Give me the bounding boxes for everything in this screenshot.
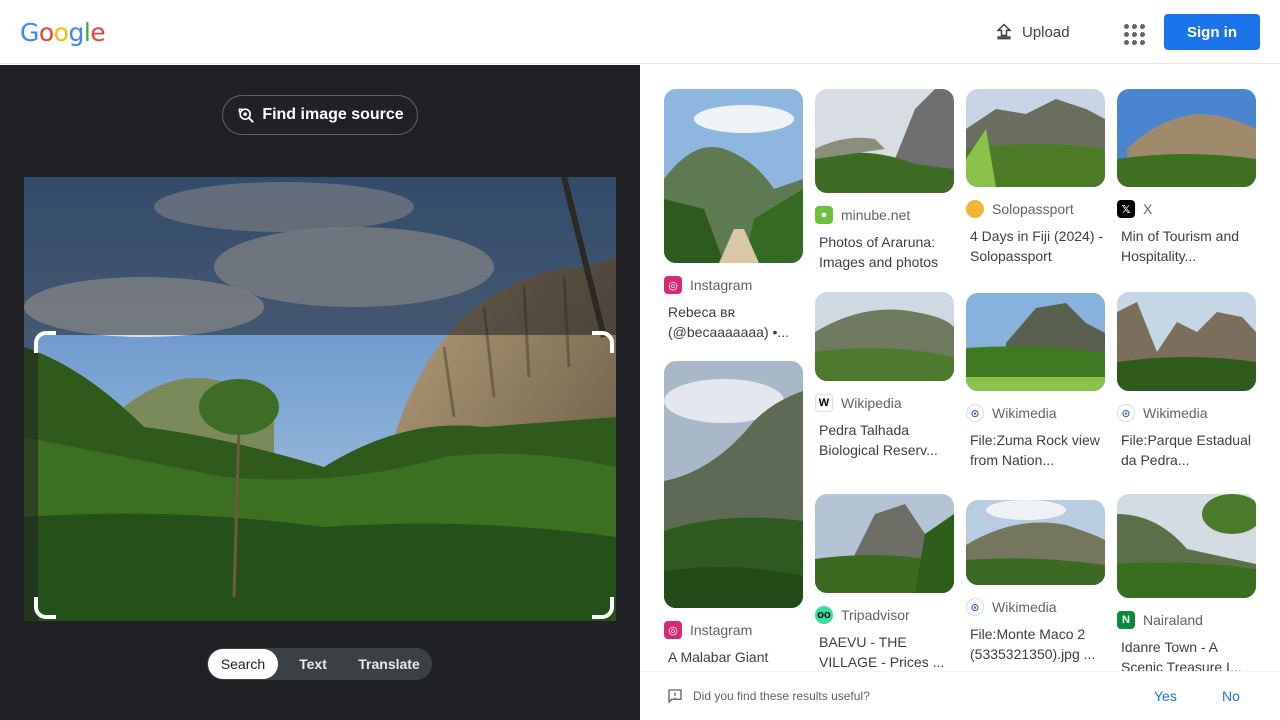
feedback-yes-button[interactable]: Yes xyxy=(1154,688,1177,704)
result-source: Wikipedia xyxy=(841,395,902,411)
tripadvisor-icon: oo xyxy=(815,606,833,624)
result-source: Wikimedia xyxy=(992,405,1057,421)
feedback-question: Did you find these results useful? xyxy=(693,689,870,703)
logo-letter: e xyxy=(90,18,106,47)
result-thumbnail xyxy=(664,361,803,608)
result-title: File:Zuma Rock view from Nation... xyxy=(970,432,1100,468)
result-card[interactable]: W Wikipedia Pedra Talhada Biological Rese… xyxy=(815,292,954,460)
result-card[interactable]: ◎ Instagram A Malabar Giant xyxy=(664,361,803,667)
find-image-source-button[interactable]: Find image source xyxy=(222,95,418,135)
sign-in-button[interactable]: Sign in xyxy=(1164,14,1260,50)
result-source: Solopassport xyxy=(992,201,1074,217)
result-thumbnail xyxy=(815,89,954,193)
x-icon: 𝕏 xyxy=(1117,200,1135,218)
lens-search-icon xyxy=(238,108,254,123)
solopassport-icon xyxy=(966,200,984,218)
result-card[interactable]: ● minube.net Photos of Araruna: Images an… xyxy=(815,89,954,272)
minube-icon: ● xyxy=(815,206,833,224)
crop-handle-bottom-left[interactable] xyxy=(34,597,56,619)
result-title: A Malabar Giant xyxy=(668,649,769,665)
apps-grid-icon[interactable] xyxy=(1116,16,1148,48)
result-thumbnail xyxy=(966,89,1105,187)
upload-label: Upload xyxy=(1022,23,1070,41)
query-image xyxy=(24,177,616,621)
result-source: Tripadvisor xyxy=(841,607,910,623)
result-thumbnail xyxy=(664,89,803,263)
result-card[interactable]: ◎ Instagram Rebeca ʙʀ (@becaaaaaaa) •... xyxy=(664,89,803,342)
result-title: BAEVU - THE VILLAGE - Prices ... xyxy=(819,634,945,670)
wikimedia-icon: ⊙ xyxy=(1117,404,1135,422)
upload-button[interactable]: Upload xyxy=(984,14,1080,50)
result-source: Instagram xyxy=(690,277,753,293)
result-card[interactable]: 𝕏X Min of Tourism and Hospitality... xyxy=(1117,89,1256,266)
result-title: File:Parque Estadual da Pedra... xyxy=(1121,432,1251,468)
visual-matches-grid: ◎ Instagram Rebeca ʙʀ (@becaaaaaaa) •... … xyxy=(640,65,1280,671)
result-thumbnail xyxy=(1117,292,1256,391)
logo-letter: o xyxy=(53,18,69,47)
top-bar: Google Upload Sign in xyxy=(0,0,1280,64)
result-title: Photos of Araruna: Images and photos xyxy=(819,234,939,270)
result-source: Instagram xyxy=(690,622,753,638)
crop-handle-top-right[interactable] xyxy=(592,331,614,353)
result-title: 4 Days in Fiji (2024) - Solopassport xyxy=(970,228,1104,264)
result-card[interactable]: oo Tripadvisor BAEVU - THE VILLAGE - Pric… xyxy=(815,494,954,671)
instagram-icon: ◎ xyxy=(664,621,682,639)
nairaland-icon: N xyxy=(1117,611,1135,629)
wikipedia-icon: W xyxy=(815,394,833,412)
result-title: Pedra Talhada Biological Reserv... xyxy=(819,422,938,458)
result-card[interactable]: Solopassport 4 Days in Fiji (2024) - Sol… xyxy=(966,89,1105,266)
tab-text[interactable]: Text xyxy=(278,649,348,679)
wikimedia-icon: ⊙ xyxy=(966,598,984,616)
result-card[interactable]: ⊙ Wikimedia File:Monte Maco 2 (5335321350… xyxy=(966,500,1105,664)
find-image-source-label: Find image source xyxy=(262,106,404,123)
crop-handle-top-left[interactable] xyxy=(34,331,56,353)
feedback-icon xyxy=(668,689,682,704)
logo-letter: g xyxy=(68,18,84,47)
wikimedia-icon: ⊙ xyxy=(966,404,984,422)
result-title: Min of Tourism and Hospitality... xyxy=(1121,228,1240,264)
logo-letter: o xyxy=(38,18,54,47)
result-source: Nairaland xyxy=(1143,612,1203,628)
tab-search[interactable]: Search xyxy=(208,649,278,679)
result-thumbnail xyxy=(815,292,954,381)
result-source: Wikimedia xyxy=(1143,405,1208,421)
instagram-icon: ◎ xyxy=(664,276,682,294)
result-thumbnail xyxy=(1117,89,1256,187)
result-source: Wikimedia xyxy=(992,599,1057,615)
feedback-bar: Did you find these results useful? Yes N… xyxy=(640,671,1280,720)
result-title: Rebeca ʙʀ (@becaaaaaaa) •... xyxy=(668,304,790,340)
result-source: minube.net xyxy=(841,207,911,223)
lens-mode-switcher: Search Text Translate xyxy=(207,648,432,680)
result-thumbnail xyxy=(966,500,1105,585)
result-card[interactable]: ⊙ Wikimedia File:Parque Estadual da Pedra… xyxy=(1117,292,1256,470)
result-source: X xyxy=(1143,201,1153,217)
result-thumbnail xyxy=(966,293,1105,391)
result-title: File:Monte Maco 2 (5335321350).jpg ... xyxy=(970,626,1096,662)
google-logo[interactable]: Google xyxy=(20,18,106,47)
result-card[interactable]: ⊙ Wikimedia File:Zuma Rock view from Nati… xyxy=(966,293,1105,470)
result-card[interactable]: N Nairaland Idanre Town - A Scenic Treasu… xyxy=(1117,494,1256,671)
tab-translate[interactable]: Translate xyxy=(348,649,430,679)
result-thumbnail xyxy=(1117,494,1256,598)
feedback-no-button[interactable]: No xyxy=(1222,688,1240,704)
lens-image-panel: Find image source Search Text Translate xyxy=(0,65,640,720)
logo-letter: G xyxy=(20,18,39,47)
result-title: Idanre Town - A Scenic Treasure I... xyxy=(1121,639,1242,671)
upload-icon xyxy=(996,23,1012,40)
result-thumbnail xyxy=(815,494,954,593)
